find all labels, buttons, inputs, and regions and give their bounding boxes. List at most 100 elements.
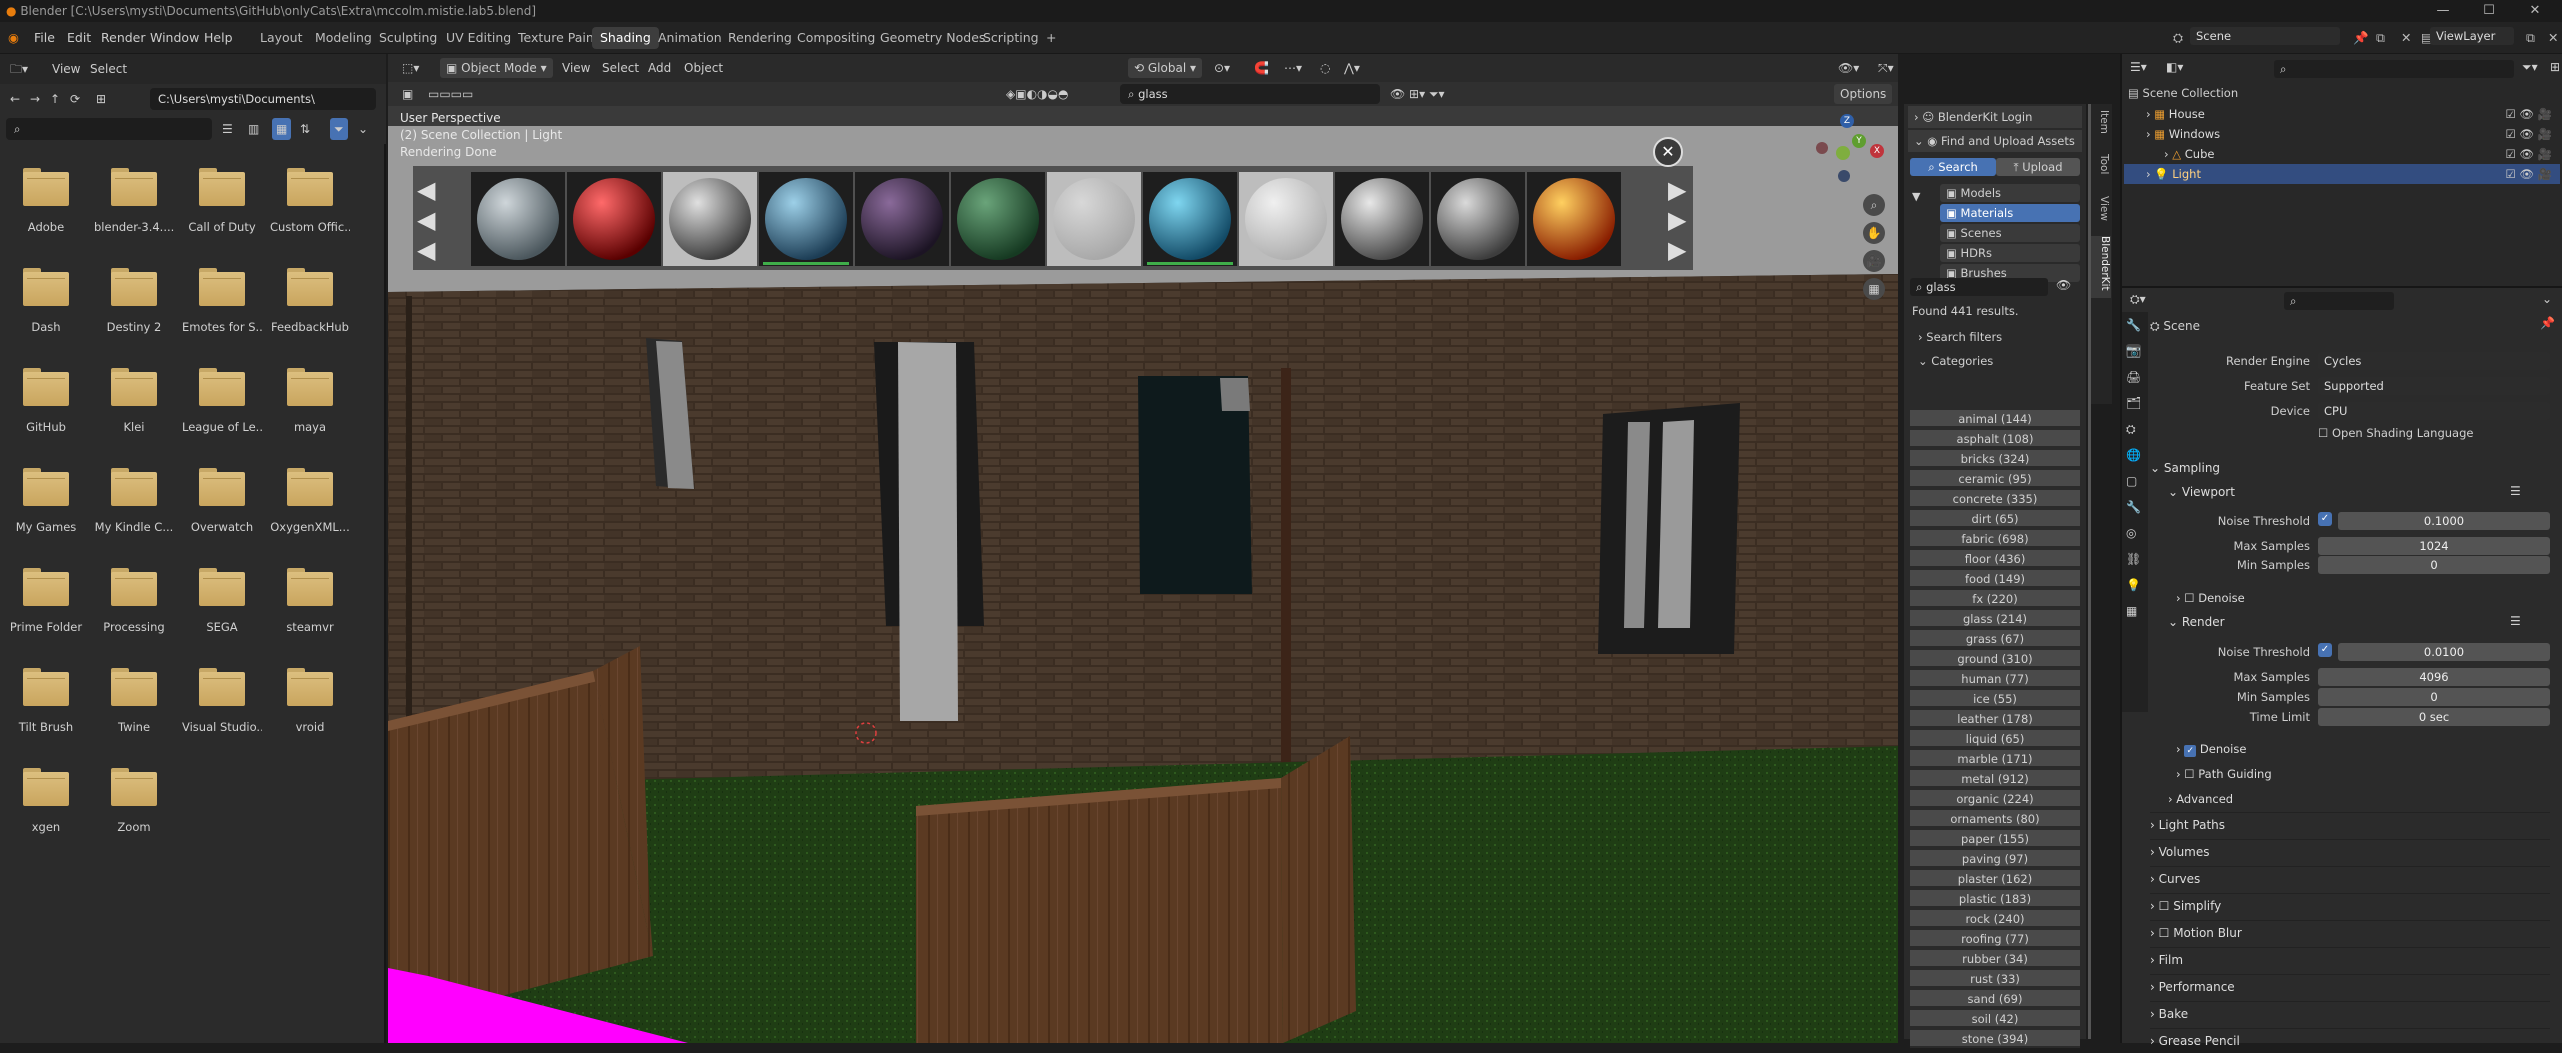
display-mode-icon[interactable]: ◧▾ xyxy=(2166,60,2183,74)
category-item[interactable]: rust (33) xyxy=(1910,970,2080,988)
category-item[interactable]: soil (42) xyxy=(1910,1010,2080,1028)
3d-viewport[interactable]: ⬚▾ ▣ Object Mode ▾ View Select Add Objec… xyxy=(388,54,1898,1043)
section-checkbox[interactable]: ☐ xyxy=(2159,926,2174,940)
tab-animation[interactable]: Animation xyxy=(650,27,730,49)
material-thumbnail[interactable] xyxy=(471,172,565,266)
viewport-view-menu[interactable]: View xyxy=(556,58,596,78)
scroll-right-end-icon[interactable]: ▶ xyxy=(1668,236,1686,264)
category-item[interactable]: human (77) xyxy=(1910,670,2080,688)
category-item[interactable]: roofing (77) xyxy=(1910,930,2080,948)
folder-item[interactable]: Destiny 2 xyxy=(94,258,174,350)
r-noise-field[interactable]: 0.0100 xyxy=(2338,643,2550,661)
world-icon[interactable]: 🌐 xyxy=(2126,448,2141,462)
camera-view-icon[interactable]: 🎥 xyxy=(1863,250,1885,272)
x-axis-icon[interactable]: X xyxy=(1870,144,1884,158)
category-item[interactable]: sand (69) xyxy=(1910,990,2080,1008)
section-grease-pencil[interactable]: › Grease Pencil xyxy=(2150,1028,2550,1052)
folder-item[interactable]: Emotes for S... xyxy=(182,258,262,350)
scroll-right-page-icon[interactable]: ▶ xyxy=(1668,206,1686,234)
category-item[interactable]: rubber (34) xyxy=(1910,950,2080,968)
maximize-icon[interactable]: ☐ xyxy=(2466,0,2512,22)
object-icon[interactable]: ▢ xyxy=(2126,474,2137,488)
object-mode-dropdown[interactable]: ▣ Object Mode ▾ xyxy=(440,58,553,78)
back-arrow-icon[interactable]: ← xyxy=(10,88,20,110)
outliner-search-input[interactable]: ⌕ xyxy=(2274,60,2514,78)
modifiers-icon[interactable]: 🔧 xyxy=(2126,500,2141,514)
category-item[interactable]: rock (240) xyxy=(1910,910,2080,928)
tab-layout[interactable]: Layout xyxy=(252,27,311,49)
properties-editor-icon[interactable]: ⛭▾ xyxy=(2130,292,2146,307)
display-compact-icon[interactable]: ▥ xyxy=(248,118,259,140)
material-thumbnail[interactable] xyxy=(1143,172,1237,266)
category-item[interactable]: asphalt (108) xyxy=(1910,430,2080,448)
select-tool-icon[interactable]: ▣ xyxy=(396,84,419,104)
scene-selector[interactable]: Scene xyxy=(2190,27,2340,45)
r-denoise-checkbox[interactable]: ✓ xyxy=(2184,745,2197,757)
material-thumbnail[interactable] xyxy=(759,172,853,266)
physics-icon[interactable]: ◎ xyxy=(2126,526,2136,540)
neg-x-axis-icon[interactable] xyxy=(1816,142,1828,154)
filter-dropdown-icon[interactable]: ⌄ xyxy=(358,118,368,140)
material-thumbnail[interactable] xyxy=(1527,172,1621,266)
new-collection-icon[interactable]: ⊞ xyxy=(2550,60,2560,74)
sampling-section[interactable]: ⌄ Sampling xyxy=(2150,456,2550,480)
category-item[interactable]: ceramic (95) xyxy=(1910,470,2080,488)
viewport-object-menu[interactable]: Object xyxy=(678,58,729,78)
blenderkit-asset-bar-icons[interactable]: ◈▣◐◑◒◓ xyxy=(1000,84,1074,104)
asset-type-models[interactable]: ▣ Models xyxy=(1940,184,2080,202)
minimize-icon[interactable]: — xyxy=(2420,0,2466,22)
category-item[interactable]: marble (171) xyxy=(1910,750,2080,768)
folder-item[interactable]: Dash xyxy=(6,258,86,350)
category-item[interactable]: animal (144) xyxy=(1910,410,2080,428)
categories-toggle[interactable]: ⌄ Categories xyxy=(1918,354,1993,368)
new-folder-icon[interactable]: ⊞ xyxy=(96,88,106,110)
outliner-item[interactable]: › ▦ Windows ☑ 👁 🎥 xyxy=(2124,124,2560,144)
visibility-toggles[interactable]: ☑ 👁 🎥 xyxy=(2505,104,2552,124)
material-thumbnail[interactable] xyxy=(663,172,757,266)
tab-scripting[interactable]: Scripting xyxy=(975,27,1047,49)
folder-item[interactable]: Visual Studio... xyxy=(182,658,262,750)
viewport-list-icon[interactable]: ☰ xyxy=(2510,484,2521,498)
close-asset-bar-icon[interactable]: ✕ xyxy=(1653,137,1683,167)
sort-icon[interactable]: ⇅ xyxy=(300,118,310,140)
close-window-icon[interactable]: ✕ xyxy=(2512,0,2558,22)
section-performance[interactable]: › Performance xyxy=(2150,974,2550,998)
neg-z-axis-icon[interactable] xyxy=(1838,170,1850,182)
vp-max-field[interactable]: 1024 xyxy=(2318,537,2550,555)
zoom-icon[interactable]: ⌕ xyxy=(1863,194,1885,216)
r-min-field[interactable]: 0 xyxy=(2318,688,2550,706)
category-item[interactable]: fabric (698) xyxy=(1910,530,2080,548)
vp-noise-checkbox[interactable]: ✓ xyxy=(2318,512,2332,526)
folder-item[interactable]: Overwatch xyxy=(182,458,262,550)
scroll-left-page-icon[interactable]: ◀ xyxy=(417,206,435,234)
search-mode-button[interactable]: ⌕ Search xyxy=(1910,158,1996,176)
category-item[interactable]: metal (912) xyxy=(1910,770,2080,788)
category-item[interactable]: bricks (324) xyxy=(1910,450,2080,468)
visibility-toggles[interactable]: ☑ 👁 🎥 xyxy=(2505,164,2552,184)
visibility-toggles[interactable]: ☑ 👁 🎥 xyxy=(2505,144,2552,164)
material-thumbnail[interactable] xyxy=(1335,172,1429,266)
bk-scrollbar[interactable] xyxy=(2088,104,2091,1039)
scene-icon[interactable]: ⛭ xyxy=(2165,27,2191,49)
render-list-icon[interactable]: ☰ xyxy=(2510,614,2521,628)
asset-type-scenes[interactable]: ▣ Scenes xyxy=(1940,224,2080,242)
blender-menu-icon[interactable]: ◉ xyxy=(8,30,19,45)
snap-icon[interactable]: 🧲 xyxy=(1248,58,1275,78)
y-axis-icon[interactable]: Y xyxy=(1852,134,1866,148)
viewport-select-menu[interactable]: Select xyxy=(596,58,645,78)
tab-uv-editing[interactable]: UV Editing xyxy=(438,27,519,49)
tab-item[interactable]: Item xyxy=(2092,110,2110,134)
folder-item[interactable]: SEGA xyxy=(182,558,262,650)
category-item[interactable]: ground (310) xyxy=(1910,650,2080,668)
view-layer-icon[interactable]: 🗂 xyxy=(2126,396,2141,410)
time-limit-field[interactable]: 0 sec xyxy=(2318,708,2550,726)
transform-orientation-dropdown[interactable]: ⟲ Global ▾ xyxy=(1128,58,1202,78)
category-item[interactable]: paper (155) xyxy=(1910,830,2080,848)
tab-view[interactable]: View xyxy=(2092,196,2110,230)
section-film[interactable]: › Film xyxy=(2150,947,2550,971)
folder-item[interactable]: My Games xyxy=(6,458,86,550)
category-item[interactable]: plaster (162) xyxy=(1910,870,2080,888)
folder-item[interactable]: Twine xyxy=(94,658,174,750)
section-bake[interactable]: › Bake xyxy=(2150,1001,2550,1025)
scroll-right-icon[interactable]: ▶ xyxy=(1668,176,1686,204)
